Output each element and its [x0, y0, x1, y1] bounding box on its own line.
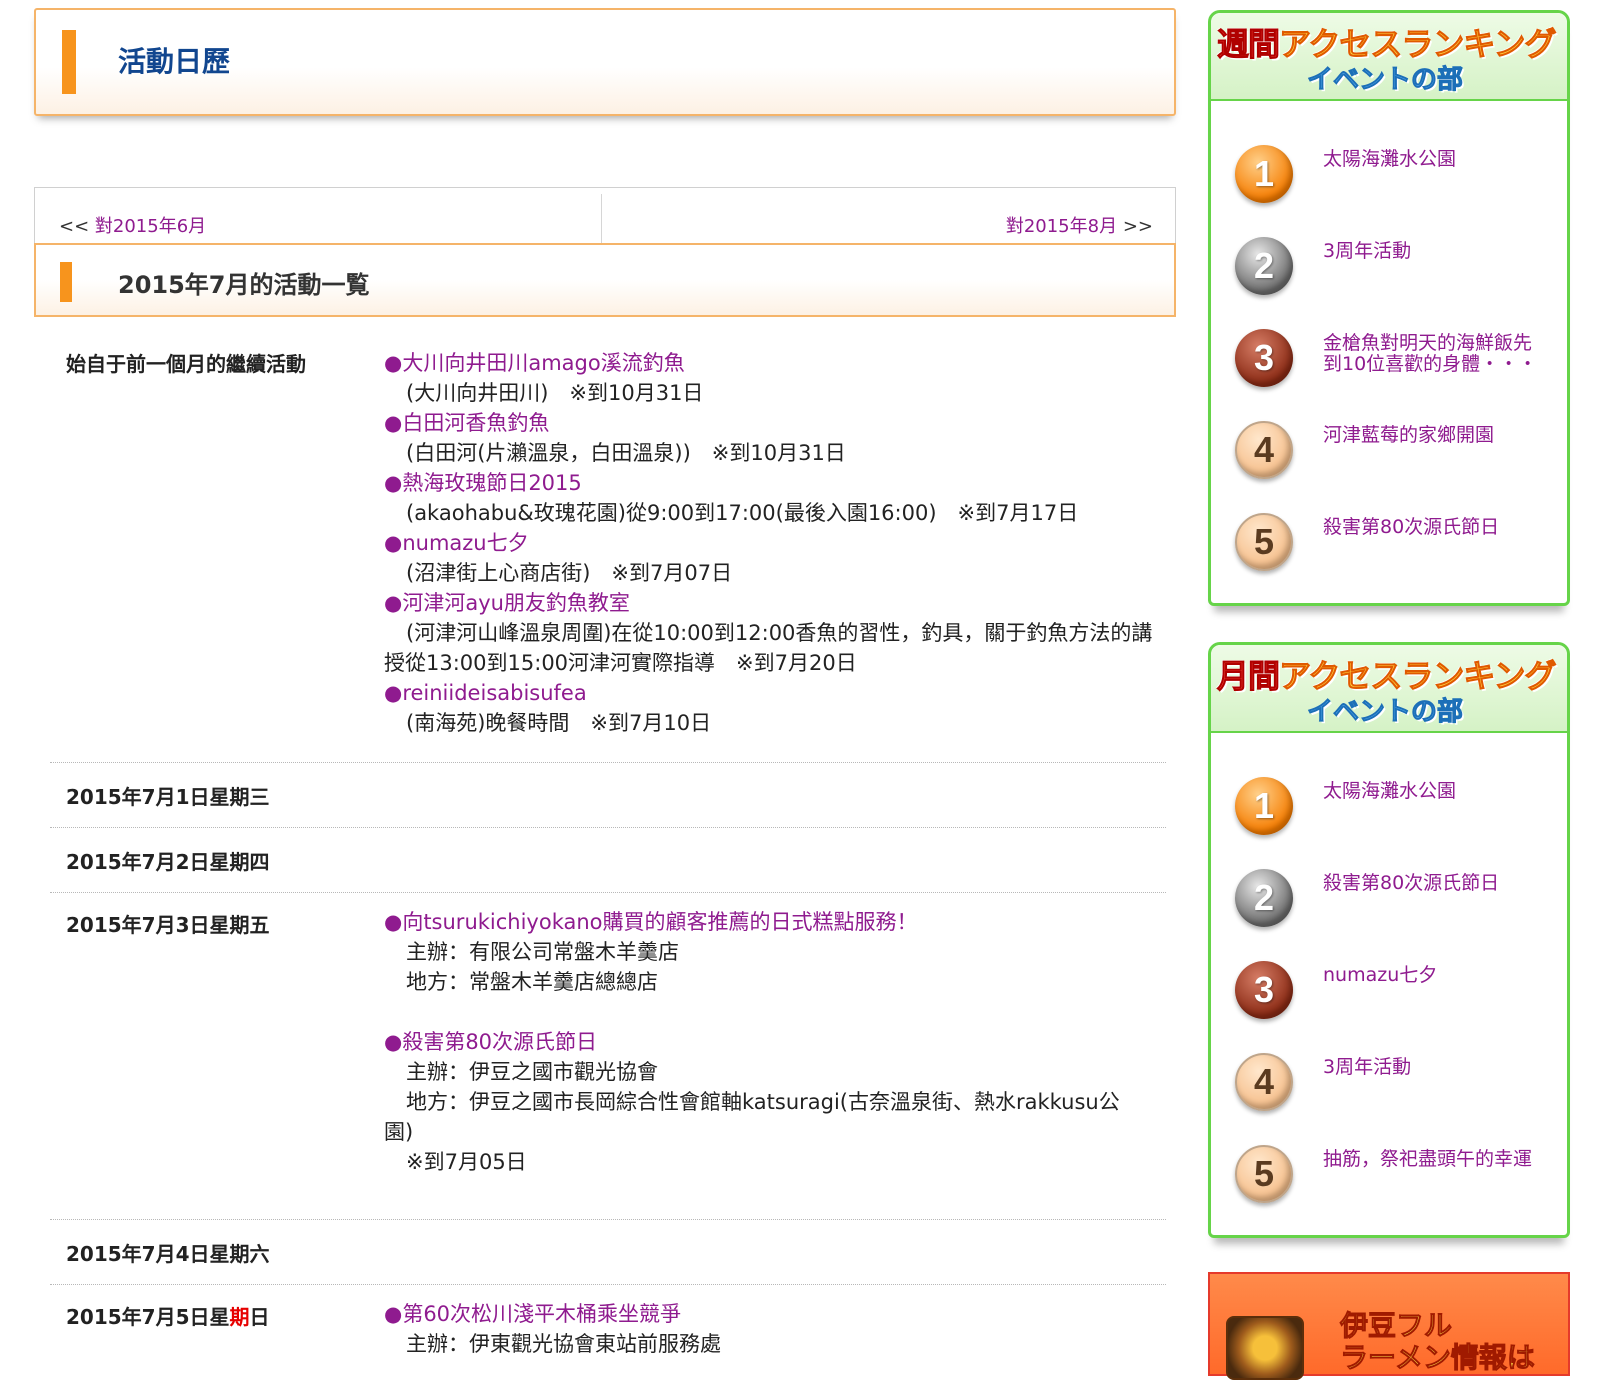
day-row: 2015年7月3日星期五 ●向tsurukichiyokano購買的顧客推薦的日… [50, 893, 1166, 1220]
event-link[interactable]: ●第60次松川淺平木桶乘坐競爭 [384, 1302, 681, 1326]
rank-2-badge: 2 [1235, 237, 1293, 295]
event-link[interactable]: ●河津河ayu朋友釣魚教室 [384, 591, 630, 615]
rank-4-badge: 4 [1235, 1053, 1293, 1111]
weekly-ranking-list: 1 太陽海灘水公園 2 3周年活動 3 金槍魚對明天的海鮮飯先到10位喜歡的身體… [1211, 101, 1567, 597]
ranking-link[interactable]: 河津藍莓的家鄉開園 [1323, 425, 1543, 446]
event-host: 主辦：伊東觀光協會東站前服務處 [406, 1332, 721, 1356]
nav-divider [601, 194, 602, 244]
continuing-events-label: 始自于前一個月的繼續活動 [66, 352, 306, 376]
banner-text: 伊豆フル ラーメン情報は [1340, 1309, 1536, 1374]
monthly-ranking: 月間アクセスランキング イベントの部 1 太陽海灘水公園 2 殺害第80次源氏節… [1208, 642, 1570, 1238]
continuing-events-row: 始自于前一個月的繼續活動 ●大川向井田川amago溪流釣魚 (大川向井田川) ※… [50, 348, 1166, 763]
rank-5-badge: 5 [1235, 1145, 1293, 1203]
month-nav: << 對2015年6月 對2015年8月 >> [34, 187, 1176, 244]
event-link[interactable]: ●殺害第80次源氏節日 [384, 1030, 597, 1054]
ranking-item[interactable]: 1 太陽海灘水公園 [1211, 119, 1567, 211]
ranking-item[interactable]: 2 3周年活動 [1211, 211, 1567, 303]
header-accent-bar [62, 30, 76, 94]
ranking-link[interactable]: 3周年活動 [1323, 1057, 1543, 1078]
day-label: 2015年7月1日星期三 [66, 785, 270, 809]
next-arrow: >> [1122, 216, 1153, 237]
prev-month-link[interactable]: 對2015年6月 [95, 216, 206, 237]
ranking-link[interactable]: 太陽海灘水公園 [1323, 781, 1543, 802]
month-heading-box: 2015年7月的活動一覧 [34, 243, 1176, 317]
ranking-link[interactable]: 金槍魚對明天的海鮮飯先到10位喜歡的身體・・・ [1323, 333, 1543, 375]
page-title: 活動日歷 [118, 45, 231, 78]
ranking-link[interactable]: 殺害第80次源氏節日 [1323, 873, 1543, 894]
event-link[interactable]: ●白田河香魚釣魚 [384, 411, 549, 435]
day-label: 2015年7月4日星期六 [66, 1242, 270, 1266]
day-row: 2015年7月1日星期三 [50, 763, 1166, 828]
day-row: 2015年7月2日星期四 [50, 828, 1166, 893]
event-detail: (沼津街上心商店街) ※到7月07日 [406, 561, 733, 585]
ranking-item[interactable]: 2 殺害第80次源氏節日 [1211, 843, 1567, 935]
rank-3-badge: 3 [1235, 961, 1293, 1019]
page-header: 活動日歷 [34, 8, 1176, 116]
ramen-bowl-icon [1226, 1316, 1304, 1380]
rank-3-badge: 3 [1235, 329, 1293, 387]
event-note: ※到7月05日 [406, 1150, 527, 1174]
day-row: 2015年7月5日星期日 ●第60次松川淺平木桶乘坐競爭 主辦：伊東觀光協會東站… [50, 1285, 1166, 1365]
ranking-link[interactable]: 3周年活動 [1323, 241, 1543, 262]
day-label: 2015年7月2日星期四 [66, 850, 270, 874]
ranking-item[interactable]: 3 numazu七夕 [1211, 935, 1567, 1027]
day-row: 2015年7月4日星期六 [50, 1220, 1166, 1285]
event-detail: (大川向井田川) ※到10月31日 [406, 381, 704, 405]
ranking-link[interactable]: 太陽海灘水公園 [1323, 149, 1543, 170]
ranking-link[interactable]: 抽筋，祭祀盡頭午的幸運 [1323, 1149, 1543, 1170]
event-host: 主辦：有限公司常盤木羊羹店 [406, 940, 679, 964]
ramen-info-banner[interactable]: 伊豆フル ラーメン情報は [1208, 1272, 1570, 1380]
month-heading-accent-bar [60, 262, 72, 302]
event-link[interactable]: ●numazu七夕 [384, 531, 529, 555]
weekly-ranking-header: 週間アクセスランキング イベントの部 [1211, 13, 1567, 101]
ranking-link[interactable]: numazu七夕 [1323, 965, 1543, 986]
rank-4-badge: 4 [1235, 421, 1293, 479]
continuing-events-list: ●大川向井田川amago溪流釣魚 (大川向井田川) ※到10月31日 ●白田河香… [384, 348, 1166, 738]
rank-2-badge: 2 [1235, 869, 1293, 927]
monthly-ranking-list: 1 太陽海灘水公園 2 殺害第80次源氏節日 3 numazu七夕 4 3周年活… [1211, 733, 1567, 1229]
weekly-ranking-subtitle: イベントの部 [1306, 65, 1464, 96]
event-link[interactable]: ●熱海玫瑰節日2015 [384, 471, 582, 495]
ranking-item[interactable]: 3 金槍魚對明天的海鮮飯先到10位喜歡的身體・・・ [1211, 303, 1567, 395]
ranking-item[interactable]: 4 3周年活動 [1211, 1027, 1567, 1119]
event-list: 始自于前一個月的繼續活動 ●大川向井田川amago溪流釣魚 (大川向井田川) ※… [50, 350, 1166, 1365]
event-detail: (南海苑)晚餐時間 ※到7月10日 [406, 711, 712, 735]
event-detail: (白田河(片瀨溫泉，白田溫泉)) ※到10月31日 [406, 441, 846, 465]
day-label: 2015年7月3日星期五 [66, 913, 270, 937]
event-place: 地方：伊豆之國市長岡綜合性會館軸katsuragi(古奈溫泉街、熱水rakkus… [384, 1090, 1120, 1144]
day-events: ●第60次松川淺平木桶乘坐競爭 主辦：伊東觀光協會東站前服務處 [384, 1285, 1166, 1359]
ranking-item[interactable]: 5 抽筋，祭祀盡頭午的幸運 [1211, 1119, 1567, 1211]
event-link[interactable]: ●reiniideisabisufea [384, 681, 587, 705]
monthly-ranking-header: 月間アクセスランキング イベントの部 [1211, 645, 1567, 733]
monthly-ranking-subtitle: イベントの部 [1306, 697, 1464, 728]
month-heading: 2015年7月的活動一覧 [118, 271, 370, 299]
ranking-link[interactable]: 殺害第80次源氏節日 [1323, 517, 1543, 538]
next-month-link[interactable]: 對2015年8月 [1006, 216, 1117, 237]
rank-1-badge: 1 [1235, 145, 1293, 203]
day-events: ●向tsurukichiyokano購買的顧客推薦的日式糕點服務！ 主辦：有限公… [384, 893, 1166, 1177]
ranking-item[interactable]: 4 河津藍莓的家鄉開園 [1211, 395, 1567, 487]
event-detail: (akaohabu&玫瑰花園)從9:00到17:00(最後入園16:00) ※到… [406, 501, 1079, 525]
rank-1-badge: 1 [1235, 777, 1293, 835]
event-link[interactable]: ●大川向井田川amago溪流釣魚 [384, 351, 685, 375]
ranking-item[interactable]: 1 太陽海灘水公園 [1211, 751, 1567, 843]
prev-month-nav: << 對2015年6月 [59, 212, 206, 238]
day-label: 2015年7月5日星期日 [66, 1305, 270, 1329]
prev-arrow: << [59, 216, 90, 237]
event-link[interactable]: ●向tsurukichiyokano購買的顧客推薦的日式糕點服務！ [384, 910, 918, 934]
event-detail: (河津河山峰溫泉周圍)在從10:00到12:00香魚的習性，釣具，關于釣魚方法的… [384, 621, 1153, 675]
weekly-ranking: 週間アクセスランキング イベントの部 1 太陽海灘水公園 2 3周年活動 3 金… [1208, 10, 1570, 606]
ranking-item[interactable]: 5 殺害第80次源氏節日 [1211, 487, 1567, 579]
event-place: 地方：常盤木羊羹店總總店 [406, 970, 658, 994]
next-month-nav: 對2015年8月 >> [1006, 212, 1153, 238]
rank-5-badge: 5 [1235, 513, 1293, 571]
event-host: 主辦：伊豆之國市觀光協會 [406, 1060, 658, 1084]
